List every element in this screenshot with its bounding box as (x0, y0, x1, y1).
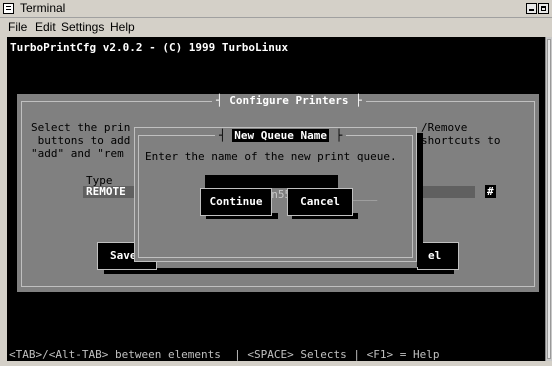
cancel-button[interactable]: Cancel (287, 188, 353, 216)
menu-file[interactable]: File (8, 20, 27, 34)
terminal-scrollbar[interactable] (545, 37, 552, 361)
menu-edit[interactable]: Edit (35, 20, 56, 34)
menu-settings[interactable]: Settings (61, 20, 104, 34)
printer-type-value[interactable]: REMOTE (86, 185, 126, 198)
queue-name-input[interactable]: Prn55ppm__________ (205, 175, 377, 201)
app-banner: TurboPrintCfg v2.0.2 - (C) 1999 TurboLin… (10, 41, 289, 54)
cancel-button-partial[interactable]: el (417, 242, 459, 270)
new-queue-name-dialog: ┤ New Queue Name ├ Enter the name of the… (134, 127, 417, 262)
description-left-2: buttons to add (31, 134, 131, 147)
maximize-icon[interactable] (538, 3, 549, 14)
menu-bar: File Edit Settings Help (0, 18, 552, 36)
terminal-screen[interactable]: TurboPrintCfg v2.0.2 - (C) 1999 TurboLin… (7, 37, 545, 361)
description-left-3: "add" and "rem (31, 147, 124, 160)
description-right-1: /Remove (421, 121, 468, 134)
queue-dialog-shadow (417, 133, 423, 267)
window-menu-icon[interactable] (3, 3, 14, 14)
minimize-icon[interactable] (526, 3, 537, 14)
queue-dialog-title: ┤ New Queue Name ├ (215, 129, 347, 143)
dialog-title: ┤ Configure Printers ├ (212, 94, 366, 108)
dialog-shadow (25, 292, 544, 299)
list-scroll-marker[interactable]: # (485, 185, 496, 198)
description-right-2: shortcuts to (421, 134, 501, 147)
continue-button[interactable]: Continue (200, 188, 272, 216)
title-bar: Terminal (0, 0, 552, 18)
terminal-window: Terminal File Edit Settings Help TurboPr… (0, 0, 552, 366)
description-left-1: Select the prin (31, 121, 131, 134)
help-status-line: <TAB>/<Alt-TAB> between elements | <SPAC… (7, 348, 545, 361)
window-title: Terminal (20, 1, 66, 15)
queue-prompt: Enter the name of the new print queue. (145, 150, 397, 163)
menu-help[interactable]: Help (110, 20, 135, 34)
left-gutter (0, 37, 7, 361)
scrollbar-thumb[interactable] (547, 39, 551, 359)
